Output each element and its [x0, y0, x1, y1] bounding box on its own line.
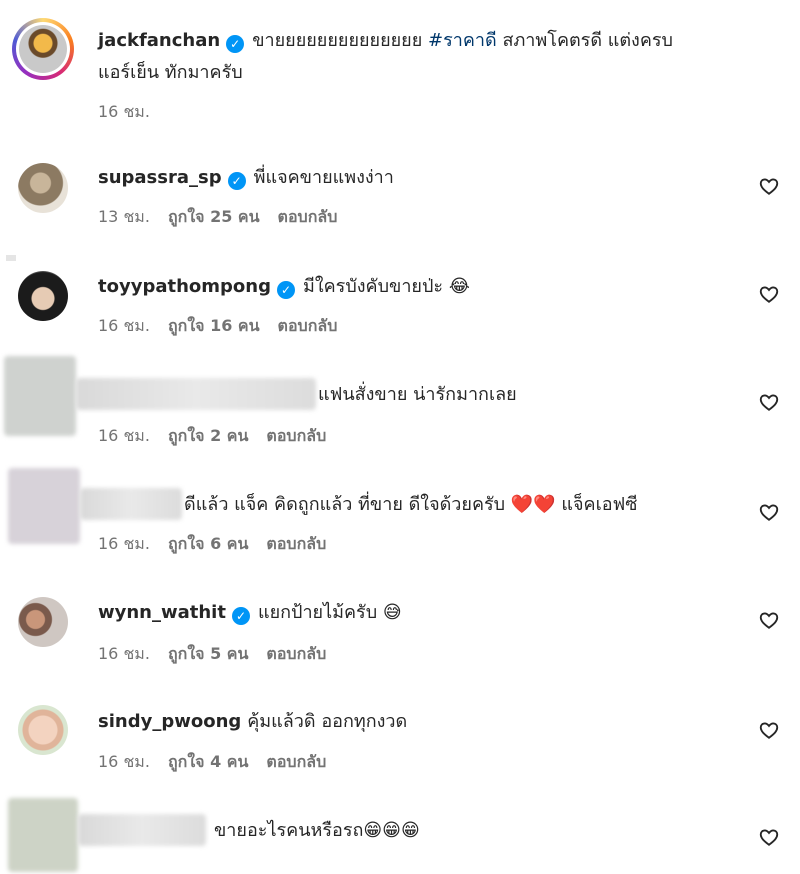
comment-meta: 16 ชม. ถูกใจ 6 คน ตอบกลับ: [98, 534, 344, 554]
comment-body: คุ้มแล้วดิ ออกทุกงวด: [247, 711, 408, 732]
comment-meta: 16 ชม. ถูกใจ 4 คน ตอบกลับ: [98, 752, 344, 772]
heart-outline-icon[interactable]: [758, 719, 780, 741]
comment-meta: 16 ชม. ถูกใจ 16 คน ตอบกลับ: [98, 316, 355, 336]
like-count[interactable]: ถูกใจ 5 คน: [168, 644, 248, 663]
like-count[interactable]: ถูกใจ 2 คน: [168, 426, 248, 445]
comment-row: sindy_pwoong คุ้มแล้วดิ ออกทุกงวด 16 ชม. ถ…: [0, 700, 800, 795]
timestamp: 16 ชม.: [98, 102, 150, 121]
comment-text-line2: แอร์เย็น ทักมาครับ: [98, 62, 243, 83]
comment-body: พี่แจคขายแพงง่าา: [253, 167, 394, 188]
comment-text: toyypathompong ✓ มีใครบังคับขายป่ะ 😂: [98, 272, 730, 302]
comment-body-cont: สภาพโคตรดี แต่งครบ: [502, 30, 673, 51]
comment-text: jackfanchan ✓ ขายยยยยยยยยยยยยย #ราคาดี สภา…: [98, 26, 730, 56]
comment-body-cont: แจ็คเอฟซี: [561, 494, 638, 515]
heart-outline-icon[interactable]: [758, 826, 780, 848]
redacted-avatar: [8, 798, 78, 872]
reply-button[interactable]: ตอบกลับ: [278, 316, 338, 335]
caption-comment: jackfanchan ✓ ขายยยยยยยยยยยยยย #ราคาดี สภา…: [0, 0, 800, 130]
redacted-avatar: [8, 468, 80, 544]
reply-button[interactable]: ตอบกลับ: [266, 644, 326, 663]
username[interactable]: sindy_pwoong: [98, 711, 241, 732]
verified-icon: ✓: [227, 172, 246, 190]
comment-row: ขายอะไรคนหรือรถ😁😁😁: [0, 796, 800, 874]
redacted-username: [80, 488, 182, 520]
comment-text: ดีแล้ว แจ็ค คิดถูกแล้ว ที่ขาย ดีใจด้วยคร…: [184, 490, 760, 520]
heart-outline-icon[interactable]: [758, 501, 780, 523]
avatar[interactable]: [18, 271, 68, 321]
comment-text: ขายอะไรคนหรือรถ😁😁😁: [214, 816, 730, 846]
avatar[interactable]: [18, 163, 68, 213]
timestamp: 16 ชม.: [98, 426, 150, 445]
comment-body: แฟนสั่งขาย น่ารักมากเลย: [318, 384, 517, 405]
red-heart-emoji: ❤️❤️: [510, 494, 556, 515]
comment-text: แฟนสั่งขาย น่ารักมากเลย: [318, 380, 730, 410]
username[interactable]: jackfanchan: [98, 30, 220, 51]
avatar[interactable]: [12, 18, 74, 80]
avatar[interactable]: [18, 705, 68, 755]
comment-row: แฟนสั่งขาย น่ารักมากเลย 16 ชม. ถูกใจ 2 คน…: [0, 356, 800, 456]
comment-row: wynn_wathit ✓ แยกป้ายไม้ครับ 😅 16 ชม. ถูกใจ…: [0, 590, 800, 685]
hashtag-link[interactable]: #ราคาดี: [428, 30, 497, 51]
comment-text: supassra_sp ✓ พี่แจคขายแพงง่าา: [98, 163, 730, 193]
username[interactable]: toyypathompong: [98, 276, 271, 297]
redacted-username: [76, 378, 316, 410]
comment-body: ดีแล้ว แจ็ค คิดถูกแล้ว ที่ขาย ดีใจด้วยคร…: [184, 494, 506, 515]
comment-meta: 16 ชม. ถูกใจ 2 คน ตอบกลับ: [98, 426, 344, 446]
grinning-emoji: 😁😁😁: [363, 820, 420, 841]
username[interactable]: supassra_sp: [98, 167, 222, 188]
verified-icon: ✓: [231, 607, 250, 625]
avatar[interactable]: [18, 597, 68, 647]
like-count[interactable]: ถูกใจ 16 คน: [168, 316, 260, 335]
comment-body: แยกป้ายไม้ครับ: [257, 602, 378, 623]
username[interactable]: wynn_wathit: [98, 602, 226, 623]
like-count[interactable]: ถูกใจ 25 คน: [168, 207, 260, 226]
reply-button[interactable]: ตอบกลับ: [278, 207, 338, 226]
timestamp: 16 ชม.: [98, 534, 150, 553]
reply-button[interactable]: ตอบกลับ: [266, 534, 326, 553]
redacted-avatar: [4, 356, 76, 436]
reply-button[interactable]: ตอบกลับ: [266, 426, 326, 445]
heart-outline-icon[interactable]: [758, 609, 780, 631]
comment-text: wynn_wathit ✓ แยกป้ายไม้ครับ 😅: [98, 598, 730, 628]
heart-outline-icon[interactable]: [758, 391, 780, 413]
comment-row: toyypathompong ✓ มีใครบังคับขายป่ะ 😂 16 ชม…: [0, 264, 800, 359]
verified-icon: ✓: [226, 35, 245, 53]
comment-meta: 16 ชม. ถูกใจ 5 คน ตอบกลับ: [98, 644, 344, 664]
verified-icon: ✓: [276, 281, 295, 299]
sweat-smile-emoji: 😅: [382, 602, 402, 623]
like-count[interactable]: ถูกใจ 6 คน: [168, 534, 248, 553]
timestamp: 16 ชม.: [98, 644, 150, 663]
comment-meta: 16 ชม.: [98, 102, 168, 122]
comment-body: ขายอะไรคนหรือรถ: [214, 820, 364, 841]
comment-meta: 13 ชม. ถูกใจ 25 คน ตอบกลับ: [98, 207, 355, 227]
heart-outline-icon[interactable]: [758, 283, 780, 305]
comment-row: supassra_sp ✓ พี่แจคขายแพงง่าา 13 ชม. ถูกใจ…: [0, 155, 800, 250]
like-count[interactable]: ถูกใจ 4 คน: [168, 752, 248, 771]
comment-body: มีใครบังคับขายป่ะ: [302, 276, 444, 297]
laughing-emoji: 😂: [448, 276, 470, 297]
redacted-username: [78, 814, 206, 846]
timestamp: 16 ชม.: [98, 316, 150, 335]
heart-outline-icon[interactable]: [758, 175, 780, 197]
comment-row: ดีแล้ว แจ็ค คิดถูกแล้ว ที่ขาย ดีใจด้วยคร…: [0, 466, 800, 566]
comment-text: sindy_pwoong คุ้มแล้วดิ ออกทุกงวด: [98, 707, 730, 737]
divider-mark: [6, 255, 16, 261]
timestamp: 13 ชม.: [98, 207, 150, 226]
timestamp: 16 ชม.: [98, 752, 150, 771]
comment-body: ขายยยยยยยยยยยยยย: [252, 30, 423, 51]
reply-button[interactable]: ตอบกลับ: [266, 752, 326, 771]
